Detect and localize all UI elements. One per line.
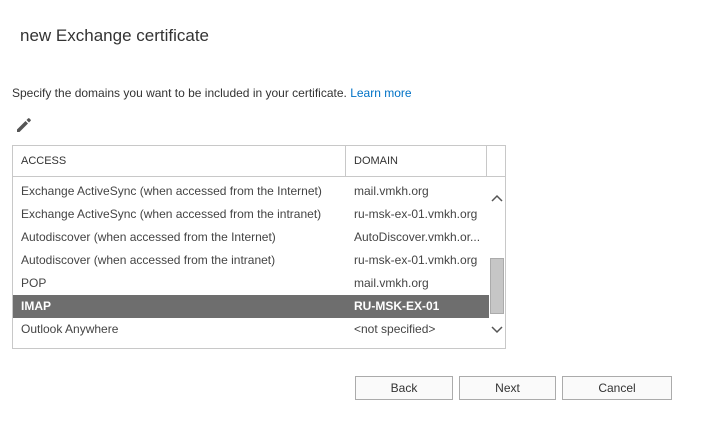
dialog-title: new Exchange certificate xyxy=(20,26,209,45)
back-button[interactable]: Back xyxy=(355,376,453,400)
table-row[interactable]: POP mail.vmkh.org xyxy=(13,272,489,295)
scroll-up-button[interactable] xyxy=(489,191,505,207)
pencil-icon xyxy=(17,118,31,132)
access-cell: Autodiscover (when accessed from the Int… xyxy=(21,230,276,244)
table-row[interactable]: Autodiscover (when accessed from the Int… xyxy=(13,226,489,249)
column-header-domain[interactable]: DOMAIN xyxy=(346,146,487,176)
table-row[interactable]: Autodiscover (when accessed from the int… xyxy=(13,249,489,272)
table-row-selected[interactable]: IMAP RU-MSK-EX-01 xyxy=(13,295,489,318)
table-row[interactable]: Exchange ActiveSync (when accessed from … xyxy=(13,180,489,203)
access-cell: Exchange ActiveSync (when accessed from … xyxy=(21,184,322,198)
scroll-down-button[interactable] xyxy=(489,321,505,337)
domain-cell: AutoDiscover.vmkh.or... xyxy=(354,230,481,244)
domain-cell: ru-msk-ex-01.vmkh.org xyxy=(354,207,478,221)
grid-rows: Exchange ActiveSync (when accessed from … xyxy=(13,180,489,341)
grid-header: ACCESS DOMAIN xyxy=(13,146,505,177)
access-cell: Autodiscover (when accessed from the int… xyxy=(21,253,276,267)
domain-cell: RU-MSK-EX-01 xyxy=(354,299,440,313)
domains-grid: ACCESS DOMAIN Exchange ActiveSync (when … xyxy=(12,145,506,349)
intro-text-line: Specify the domains you want to be inclu… xyxy=(12,86,412,100)
cancel-button[interactable]: Cancel xyxy=(562,376,672,400)
table-row[interactable]: Exchange ActiveSync (when accessed from … xyxy=(13,203,489,226)
column-header-access[interactable]: ACCESS xyxy=(13,146,346,176)
domain-cell: <not specified> xyxy=(354,322,436,336)
access-cell: Outlook Anywhere xyxy=(21,322,119,336)
intro-text: Specify the domains you want to be inclu… xyxy=(12,86,347,100)
access-cell: IMAP xyxy=(21,299,51,313)
chevron-up-icon xyxy=(491,194,503,202)
domain-cell: mail.vmkh.org xyxy=(354,276,429,290)
learn-more-link[interactable]: Learn more xyxy=(350,86,411,100)
table-row[interactable]: Outlook Anywhere <not specified> xyxy=(13,318,489,341)
next-button[interactable]: Next xyxy=(459,376,556,400)
scroll-thumb[interactable] xyxy=(490,258,504,314)
chevron-down-icon xyxy=(491,326,503,334)
edit-button[interactable] xyxy=(14,115,34,135)
domain-cell: ru-msk-ex-01.vmkh.org xyxy=(354,253,478,267)
domain-cell: mail.vmkh.org xyxy=(354,184,429,198)
access-cell: Exchange ActiveSync (when accessed from … xyxy=(21,207,322,221)
access-cell: POP xyxy=(21,276,47,290)
grid-scrollbar[interactable] xyxy=(489,177,505,348)
